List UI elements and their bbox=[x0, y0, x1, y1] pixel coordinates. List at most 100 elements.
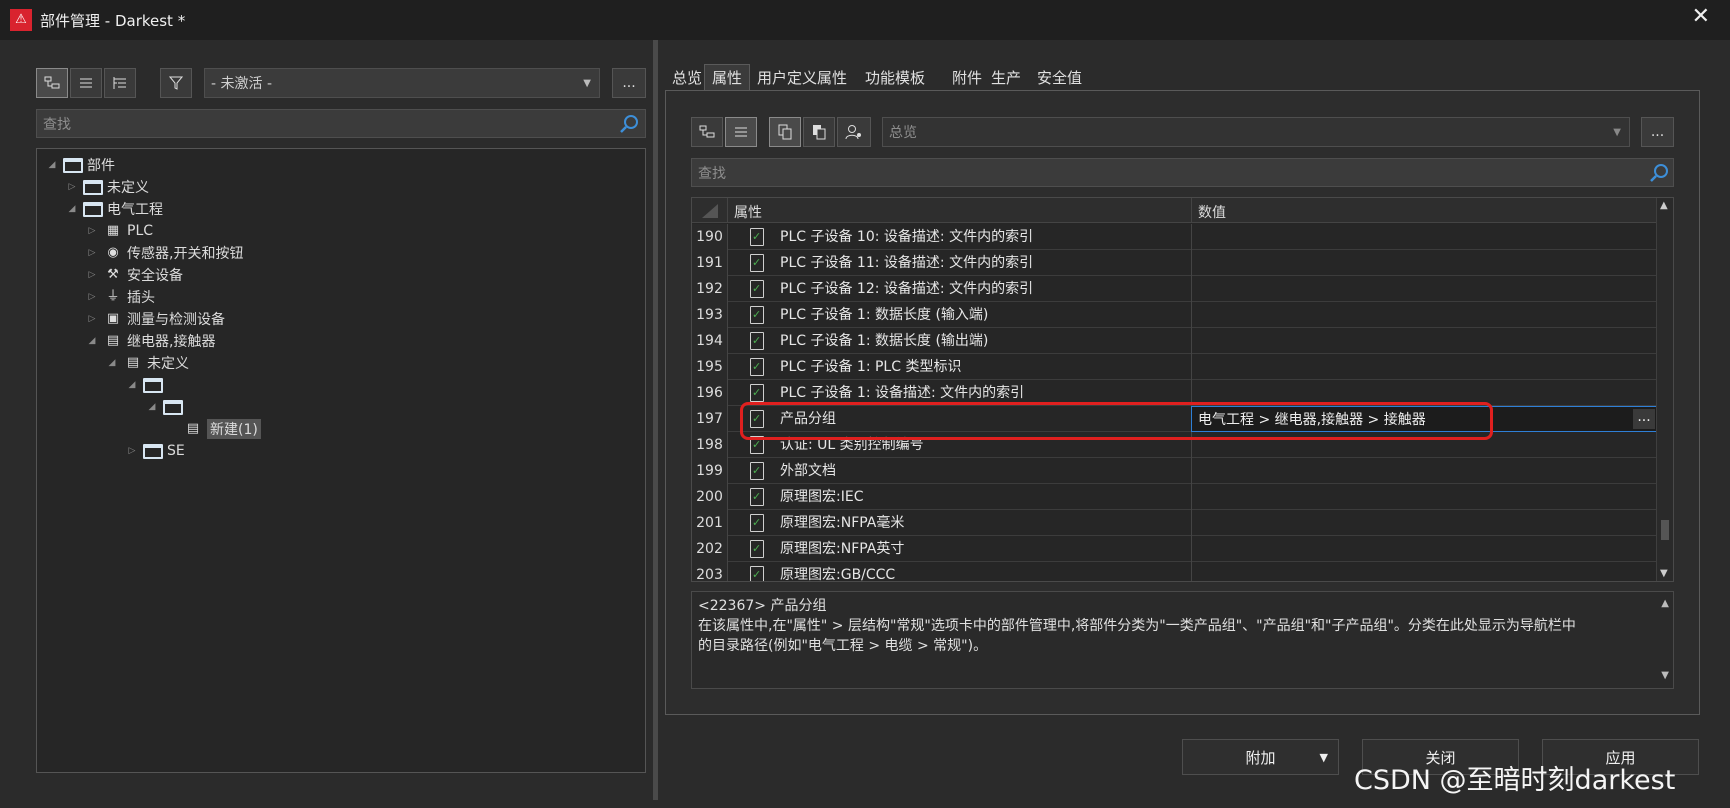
chevron-down-icon[interactable]: ▼ bbox=[1320, 751, 1328, 764]
tree-view-icon[interactable] bbox=[691, 117, 723, 147]
row-number: 191 bbox=[692, 250, 728, 276]
document-check-icon bbox=[750, 384, 764, 402]
scroll-down-icon[interactable]: ▼ bbox=[1660, 568, 1668, 579]
property-name: PLC 子设备 1: PLC 类型标识 bbox=[780, 359, 962, 375]
tree-node[interactable]: ▷ ▦ PLC bbox=[87, 220, 154, 242]
tab-6[interactable]: 安全值 bbox=[1030, 64, 1089, 90]
table-row[interactable]: 201 原理图宏:NFPA毫米 bbox=[692, 510, 1658, 536]
view-more-button[interactable]: ... bbox=[1641, 117, 1674, 147]
property-name: 原理图宏:IEC bbox=[780, 489, 864, 505]
property-value[interactable] bbox=[1191, 458, 1658, 484]
filter-icon[interactable] bbox=[160, 68, 192, 98]
tree-search-input[interactable]: 查找 bbox=[36, 109, 646, 138]
expand-icon[interactable]: ▷ bbox=[127, 446, 137, 456]
filter-select-value: - 未激活 - bbox=[211, 76, 273, 92]
table-row[interactable]: 199 外部文档 bbox=[692, 458, 1658, 484]
table-row[interactable]: 190 PLC 子设备 10: 设备描述: 文件内的索引 bbox=[692, 224, 1658, 250]
tree-view-icon[interactable] bbox=[36, 68, 68, 98]
table-row[interactable]: 202 原理图宏:NFPA英寸 bbox=[692, 536, 1658, 562]
close-window-button[interactable]: ✕ bbox=[1692, 4, 1710, 29]
expand-icon[interactable]: ▷ bbox=[67, 182, 77, 192]
splitter[interactable] bbox=[653, 40, 658, 800]
tree-node[interactable]: ◢ ▤ 未定义 bbox=[107, 352, 189, 374]
add-button[interactable]: 附加 ▼ bbox=[1182, 739, 1339, 775]
table-row[interactable]: 192 PLC 子设备 12: 设备描述: 文件内的索引 bbox=[692, 276, 1658, 302]
hierarchy-list-icon[interactable] bbox=[104, 68, 136, 98]
vertical-scrollbar[interactable]: ▲ ▼ bbox=[1656, 198, 1673, 581]
scroll-up-icon[interactable]: ▲ bbox=[1661, 594, 1669, 614]
tab-4[interactable]: 附件 bbox=[945, 64, 989, 90]
search-icon[interactable] bbox=[619, 114, 639, 134]
property-value[interactable] bbox=[1191, 276, 1658, 302]
tab-0[interactable]: 总览 bbox=[665, 64, 709, 90]
property-value[interactable] bbox=[1191, 328, 1658, 354]
property-value[interactable] bbox=[1191, 562, 1658, 581]
expand-icon[interactable]: ▷ bbox=[87, 270, 97, 280]
paste-icon[interactable] bbox=[803, 117, 835, 147]
tab-2[interactable]: 用户定义属性 bbox=[750, 64, 854, 90]
tree-node[interactable]: ▷ ⚒ 安全设备 bbox=[87, 264, 183, 286]
table-row[interactable]: 194 PLC 子设备 1: 数据长度 (输出端) bbox=[692, 328, 1658, 354]
collapse-icon[interactable]: ◢ bbox=[127, 380, 137, 390]
collapse-icon[interactable]: ◢ bbox=[87, 336, 97, 346]
property-search-input[interactable]: 查找 bbox=[691, 158, 1674, 187]
value-more-button[interactable]: ... bbox=[1633, 409, 1655, 429]
safety-icon: ⚒ bbox=[107, 267, 119, 282]
view-select[interactable]: 总览 ▼ bbox=[882, 117, 1630, 147]
column-header-value[interactable]: 数值 bbox=[1191, 198, 1226, 223]
tree-node[interactable]: ▷ ◉ 传感器,开关和按钮 bbox=[87, 242, 244, 264]
expand-icon[interactable]: ▷ bbox=[87, 226, 97, 236]
property-value[interactable] bbox=[1191, 354, 1658, 380]
property-value[interactable] bbox=[1191, 302, 1658, 328]
tab-3[interactable]: 功能模板 bbox=[858, 64, 932, 90]
tree-node-label: 新建(1) bbox=[207, 419, 261, 439]
table-row[interactable]: 203 原理图宏:GB/CCC bbox=[692, 562, 1658, 581]
expand-icon[interactable]: ▷ bbox=[87, 292, 97, 302]
property-value[interactable] bbox=[1191, 536, 1658, 562]
window-title: 部件管理 - Darkest * bbox=[40, 11, 186, 30]
grid-corner bbox=[692, 198, 728, 223]
property-value[interactable] bbox=[1191, 250, 1658, 276]
property-grid[interactable]: 属性 数值 190 PLC 子设备 10: 设备描述: 文件内的索引 191 PLC … bbox=[691, 197, 1674, 582]
tree-node[interactable]: ▷ SE bbox=[127, 440, 185, 462]
collapse-icon[interactable]: ◢ bbox=[107, 358, 117, 368]
property-name: PLC 子设备 1: 数据长度 (输出端) bbox=[780, 333, 989, 349]
tree-node-label: 继电器,接触器 bbox=[127, 334, 216, 350]
table-row[interactable]: 191 PLC 子设备 11: 设备描述: 文件内的索引 bbox=[692, 250, 1658, 276]
table-row[interactable]: 200 原理图宏:IEC bbox=[692, 484, 1658, 510]
tree-node[interactable]: ▤ 新建(1) bbox=[167, 418, 261, 440]
tab-1[interactable]: 属性 bbox=[704, 64, 751, 90]
expand-icon[interactable]: ▷ bbox=[87, 248, 97, 258]
scroll-up-icon[interactable]: ▲ bbox=[1660, 200, 1668, 211]
column-header-property[interactable]: 属性 bbox=[734, 202, 762, 222]
property-value[interactable] bbox=[1191, 224, 1658, 250]
tree-node[interactable]: ▷ ⏚ 插头 bbox=[87, 286, 155, 308]
collapse-icon[interactable]: ◢ bbox=[67, 204, 77, 214]
search-icon[interactable] bbox=[1649, 163, 1669, 183]
collapse-icon[interactable]: ◢ bbox=[147, 402, 157, 412]
tree-node[interactable]: ◢ 电气工程 bbox=[67, 198, 163, 220]
property-value[interactable] bbox=[1191, 510, 1658, 536]
list-view-icon[interactable] bbox=[725, 117, 757, 147]
tree-node[interactable]: ◢ ▤ 继电器,接触器 bbox=[87, 330, 216, 352]
expand-icon[interactable]: ▷ bbox=[87, 314, 97, 324]
filter-select[interactable]: - 未激活 - ▼ bbox=[204, 68, 600, 98]
table-row[interactable]: 193 PLC 子设备 1: 数据长度 (输入端) bbox=[692, 302, 1658, 328]
parts-tree[interactable]: ◢ 部件 ▷ 未定义 ◢ 电气工程 ▷ ▦ PLC ▷ ◉ 传感器,开关和按钮 ▷ ⚒ 安全设备 ▷ ⏚ 插头 ▷ ▣… bbox=[36, 148, 646, 773]
user-settings-icon[interactable] bbox=[837, 117, 871, 147]
filter-more-button[interactable]: ... bbox=[612, 68, 646, 98]
table-row[interactable]: 195 PLC 子设备 1: PLC 类型标识 bbox=[692, 354, 1658, 380]
highlight-annotation bbox=[740, 402, 1493, 440]
scroll-down-icon[interactable]: ▼ bbox=[1661, 666, 1669, 686]
scroll-thumb[interactable] bbox=[1661, 520, 1669, 540]
tree-node[interactable]: ▷ 未定义 bbox=[67, 176, 149, 198]
collapse-icon[interactable]: ◢ bbox=[47, 160, 57, 170]
tab-5[interactable]: 生产 bbox=[984, 64, 1028, 90]
copy-icon[interactable] bbox=[769, 117, 801, 147]
tree-node[interactable]: ◢ 部件 bbox=[47, 154, 115, 176]
tree-node[interactable]: ◢ bbox=[147, 396, 187, 418]
property-value[interactable] bbox=[1191, 484, 1658, 510]
tree-node[interactable]: ◢ bbox=[127, 374, 167, 396]
tree-node[interactable]: ▷ ▣ 测量与检测设备 bbox=[87, 308, 225, 330]
list-view-icon[interactable] bbox=[70, 68, 102, 98]
